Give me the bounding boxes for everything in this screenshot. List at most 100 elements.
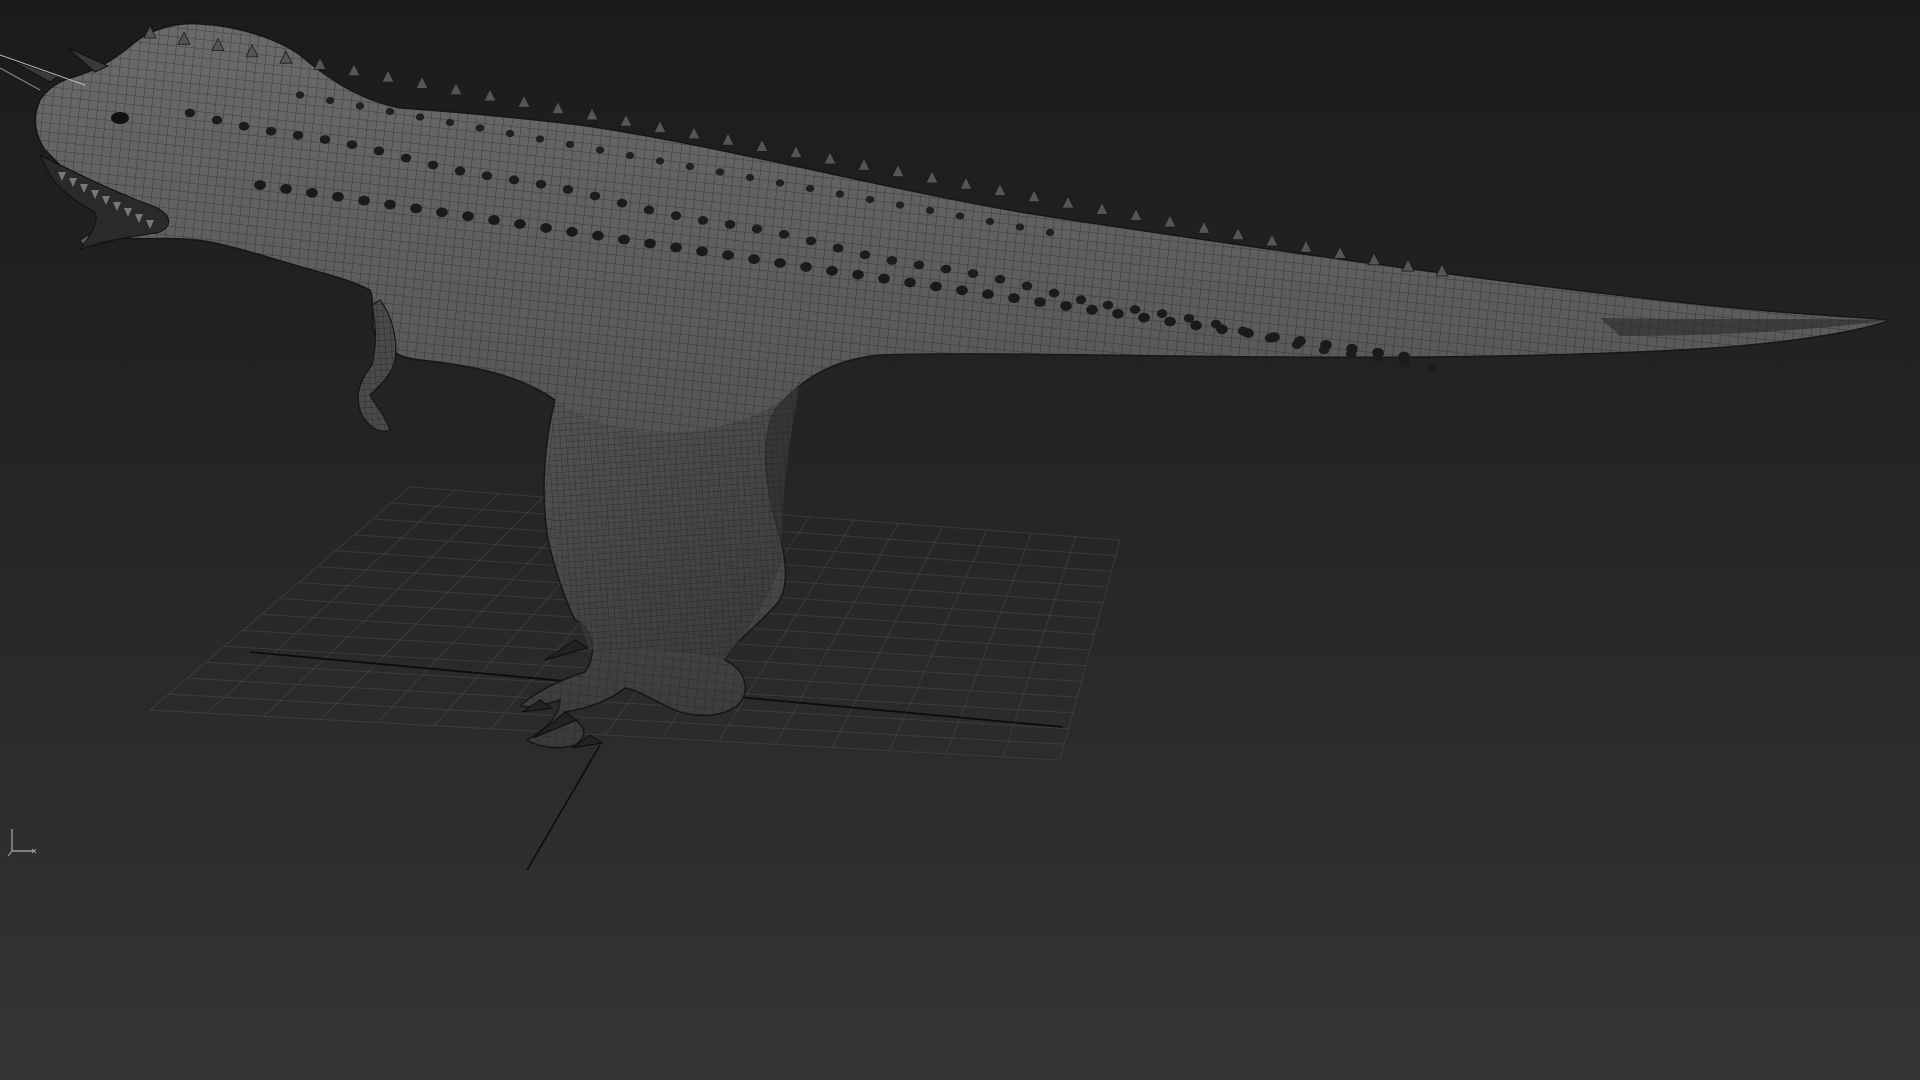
dinosaur-wireframe	[35, 23, 1890, 748]
osteoderm-spot	[475, 124, 485, 132]
dorsal-bump	[1163, 214, 1177, 228]
osteoderm-spot	[1060, 300, 1072, 311]
osteoderm-spot	[670, 211, 682, 221]
osteoderm-spot	[355, 102, 365, 110]
osteoderm-spot	[540, 222, 552, 233]
osteoderm-spot	[325, 96, 335, 105]
osteoderm-spot	[859, 250, 871, 260]
osteoderm-spot	[625, 151, 635, 160]
osteoderm-spot	[1346, 343, 1358, 354]
osteoderm-spot	[956, 285, 968, 296]
osteoderm-spot	[566, 226, 578, 237]
osteoderm-spot	[1216, 324, 1228, 335]
osteoderm-spot	[826, 265, 838, 276]
osteoderm-spot	[358, 195, 370, 206]
dinosaur-model[interactable]	[0, 22, 1891, 749]
osteoderm-spot	[618, 234, 630, 245]
osteoderm-spot	[410, 203, 422, 214]
dorsal-bump	[381, 69, 395, 83]
osteoderm-spot	[436, 207, 448, 218]
osteoderm-spot	[427, 160, 439, 170]
dorsal-bump	[1299, 239, 1313, 253]
dorsal-bump	[721, 132, 735, 146]
dorsal-bump	[313, 56, 327, 70]
osteoderm-spot	[1294, 336, 1306, 346]
osteoderm-spot	[565, 140, 575, 149]
osteoderm-spot	[724, 220, 736, 229]
osteoderm-spot	[886, 256, 898, 265]
osteoderm-spot	[643, 205, 655, 215]
osteoderm-spot	[940, 264, 952, 274]
osteoderm-spot	[696, 246, 708, 257]
osteoderm-spot	[994, 274, 1006, 284]
osteoderm-spot	[595, 146, 605, 154]
3d-viewport[interactable]	[0, 0, 1920, 1080]
grid-line	[775, 523, 899, 745]
osteoderm-spot	[1138, 312, 1150, 323]
axis-tripod-icon[interactable]	[6, 825, 40, 859]
osteoderm-spot	[967, 269, 979, 278]
osteoderm-spot	[805, 236, 817, 246]
dorsal-bump	[1401, 258, 1415, 272]
grid-line	[1002, 536, 1077, 758]
viewport-scene[interactable]	[0, 0, 1920, 1080]
osteoderm-spot	[184, 108, 196, 118]
dorsal-bump	[517, 94, 531, 108]
osteoderm-spot	[332, 191, 344, 202]
dorsal-bump	[1265, 233, 1279, 247]
osteoderm-spot	[1045, 228, 1055, 237]
osteoderm-spot	[835, 190, 845, 198]
osteoderm-spot	[751, 224, 763, 234]
osteoderm-spot	[1398, 351, 1410, 362]
dorsal-bump	[1333, 245, 1347, 259]
dorsal-bump	[857, 157, 871, 171]
osteoderm-spot	[1075, 295, 1087, 305]
osteoderm-spot	[400, 153, 412, 163]
osteoderm-spot	[778, 229, 790, 239]
dorsal-bump	[449, 81, 463, 96]
osteoderm-spot	[685, 162, 695, 171]
dorsal-bump	[1367, 251, 1381, 266]
grid-line	[149, 486, 411, 711]
dorsal-bump	[1095, 201, 1109, 215]
dorsal-bump	[1435, 263, 1449, 277]
dorsal-bump	[789, 144, 803, 159]
osteoderm-spot	[280, 183, 292, 194]
osteoderm-spot	[514, 219, 526, 229]
osteoderm-spot	[1426, 364, 1438, 374]
horn	[67, 47, 110, 73]
osteoderm-spot	[373, 146, 385, 156]
grid-axis-z	[526, 744, 601, 871]
osteoderm-spot	[385, 107, 395, 116]
osteoderm-spot	[319, 135, 331, 144]
osteoderm-spot	[384, 199, 396, 210]
osteoderm-spot	[715, 168, 725, 176]
osteoderm-spot	[1102, 300, 1114, 310]
osteoderm-spot	[1021, 281, 1033, 291]
osteoderm-spot	[254, 180, 266, 190]
dorsal-bump	[1231, 226, 1245, 240]
osteoderm-spot	[1015, 223, 1025, 231]
claw	[544, 639, 589, 661]
grid-line	[263, 493, 500, 717]
dorsal-bump	[823, 151, 837, 165]
dorsal-bump	[925, 170, 939, 184]
dorsal-bump	[1197, 220, 1211, 234]
osteoderm-spot	[878, 273, 890, 284]
osteoderm-spot	[265, 126, 277, 136]
osteoderm-spot	[306, 187, 318, 198]
dorsal-bump	[551, 100, 565, 114]
osteoderm-spot	[211, 115, 223, 125]
osteoderm-spot	[1086, 304, 1098, 315]
osteoderm-spot	[616, 198, 628, 208]
dorsal-bump	[1061, 195, 1075, 209]
osteoderm-spot	[1048, 288, 1060, 298]
osteoderm-spot	[775, 179, 785, 187]
osteoderm-spot	[505, 129, 515, 138]
grid-line	[1059, 539, 1121, 761]
osteoderm-spot	[722, 250, 734, 261]
grid-line	[320, 496, 544, 720]
osteoderm-spot	[852, 269, 864, 280]
osteoderm-spot	[1183, 313, 1195, 323]
dorsal-bump	[483, 88, 497, 102]
